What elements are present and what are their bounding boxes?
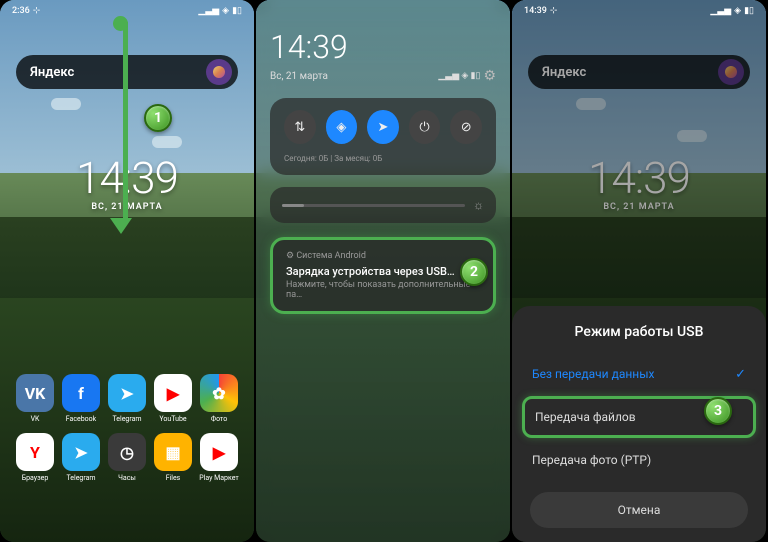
option-ptp[interactable]: Передача фото (PTP) (512, 440, 766, 480)
shade-time: 14:39 (270, 28, 496, 66)
gear-icon[interactable]: ⚙ (483, 68, 496, 84)
brightness-slider[interactable]: ☼ (270, 187, 496, 223)
step-badge-3: 3 (704, 397, 732, 425)
notif-body: Нажмите, чтобы показать дополнительные п… (286, 280, 480, 300)
usb-mode-dialog: Режим работы USB Без передачи данных✓ Пе… (512, 306, 766, 542)
quick-settings-panel: ⇅ ◈ ➤ ⏻ ⊘ Сегодня: 0Б | За месяц: 0Б (270, 98, 496, 175)
app-facebook[interactable]: fFacebook (59, 374, 103, 423)
shade-status-icons: ▁▃▅ ◈ ▮▯ ⚙ (438, 68, 496, 84)
step-badge-1: 1 (144, 104, 172, 132)
check-icon: ✓ (735, 367, 746, 382)
cancel-button[interactable]: Отмена (530, 492, 748, 528)
alice-icon[interactable] (206, 59, 232, 85)
qs-mobile-data[interactable]: ⇅ (284, 110, 316, 144)
app-play маркет[interactable]: ▶Play Маркет (197, 433, 241, 482)
status-bar: 2:36⊹ ▁▃▅◈▮▯ (0, 0, 254, 22)
notif-app-name: ⚙ Система Android (286, 251, 480, 261)
app-youtube[interactable]: ▶YouTube (151, 374, 195, 423)
wifi-icon: ◈ (734, 6, 741, 16)
app-фото[interactable]: ✿Фото (197, 374, 241, 423)
wifi-icon: ◈ (222, 6, 229, 16)
qs-power[interactable]: ⏻ (409, 110, 441, 144)
phone-screen-1: 2:36⊹ ▁▃▅◈▮▯ Яндекс 14:39 ВС, 21 МАРТА V… (0, 0, 254, 542)
app-telegram[interactable]: ➤Telegram (59, 433, 103, 482)
swipe-down-arrow (118, 22, 132, 234)
qs-location[interactable]: ➤ (367, 110, 399, 144)
battery-icon: ▮▯ (744, 6, 754, 16)
battery-icon: ▮▯ (232, 6, 242, 16)
app-браузер[interactable]: YБраузер (13, 433, 57, 482)
option-no-data-transfer[interactable]: Без передачи данных✓ (512, 354, 766, 394)
step-badge-2: 2 (460, 258, 488, 286)
phone-screen-3: 14:39⊹ ▁▃▅◈▮▯ Яндекс 14:39 ВС, 21 МАРТА … (512, 0, 766, 542)
dialog-title: Режим работы USB (512, 324, 766, 340)
data-usage-label: Сегодня: 0Б | За месяц: 0Б (284, 154, 482, 163)
app-часы[interactable]: ◷Часы (105, 433, 149, 482)
qs-mute[interactable]: ⊘ (450, 110, 482, 144)
signal-icon: ▁▃▅ (710, 6, 731, 16)
brightness-icon: ☼ (473, 198, 484, 212)
signal-icon: ▁▃▅ (198, 6, 219, 16)
notif-title: Зарядка устройства через USB… (286, 265, 480, 278)
shade-date: Вс, 21 марта (270, 71, 328, 82)
app-grid: VKVKfFacebook➤Telegram▶YouTube✿Фото YБра… (0, 374, 254, 492)
app-telegram[interactable]: ➤Telegram (105, 374, 149, 423)
app-vk[interactable]: VKVK (13, 374, 57, 423)
phone-screen-2: 14:39 Вс, 21 марта ▁▃▅ ◈ ▮▯ ⚙ ⇅ ◈ ➤ ⏻ ⊘ … (256, 0, 510, 542)
status-bar: 14:39⊹ ▁▃▅◈▮▯ (512, 0, 766, 22)
app-files[interactable]: ▦Files (151, 433, 195, 482)
qs-wifi[interactable]: ◈ (326, 110, 358, 144)
